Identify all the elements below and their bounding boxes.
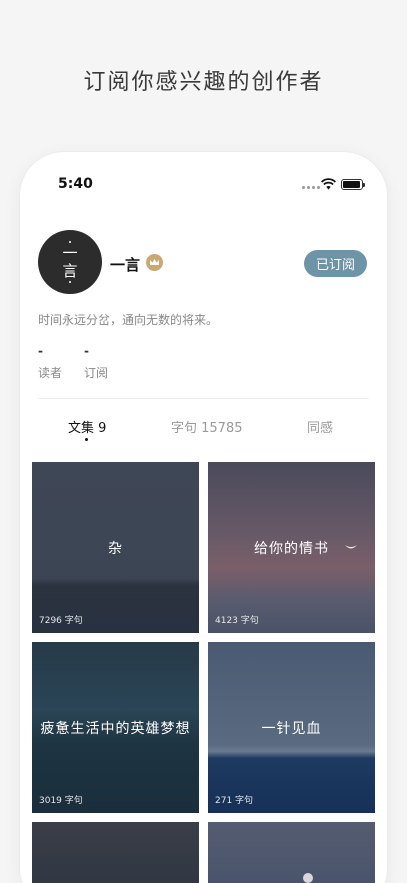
- tab-sentences[interactable]: 字句 15785: [171, 417, 243, 436]
- collection-title: 一针见血: [261, 720, 322, 737]
- avatar[interactable]: 一 言: [38, 230, 102, 294]
- collection-card[interactable]: 疲惫生活中的英雄梦想 3019 字句: [32, 642, 199, 813]
- promo-headline: 订阅你感兴趣的创作者: [83, 70, 324, 95]
- collection-card[interactable]: 给你的情书 4123 字句: [208, 462, 375, 633]
- stat-readers[interactable]: - 读者: [38, 344, 62, 381]
- collection-count: 7296 字句: [39, 616, 83, 626]
- collection-count: 3019 字句: [39, 796, 83, 806]
- stat-subscriptions[interactable]: - 订阅: [84, 344, 108, 381]
- avatar-char-2: 言: [62, 262, 78, 280]
- divider: [38, 398, 369, 399]
- collection-title: 杂: [108, 540, 123, 557]
- moon-icon: [303, 873, 313, 883]
- profile-name: 一言: [110, 256, 141, 274]
- collection-title: 给你的情书: [254, 540, 329, 557]
- battery-icon: [341, 179, 365, 190]
- collection-card[interactable]: 一针见血 271 字句: [208, 642, 375, 813]
- subscribed-button[interactable]: 已订阅: [304, 250, 367, 277]
- wifi-icon: [321, 178, 336, 190]
- avatar-char-1: 一: [62, 244, 78, 262]
- collection-count: 4123 字句: [215, 616, 259, 626]
- stat-subscriptions-value: -: [84, 344, 89, 358]
- collection-card[interactable]: [208, 822, 375, 883]
- tab-resonance[interactable]: 同感: [307, 417, 333, 436]
- collection-card[interactable]: 杂 7296 字句: [32, 462, 199, 633]
- status-bar: 5:40: [20, 152, 387, 202]
- active-tab-indicator: [85, 438, 88, 441]
- stat-readers-label: 读者: [38, 366, 63, 380]
- tab-collections[interactable]: 文集 9: [68, 417, 106, 436]
- stat-readers-value: -: [38, 344, 43, 358]
- crown-icon: [146, 254, 163, 271]
- collection-title: 疲惫生活中的英雄梦想: [40, 720, 191, 737]
- phone-frame: 5:40 一 言 一言 已订阅 时间永远分岔，通向无数的将来。 - 读者 - 订…: [20, 152, 387, 883]
- profile-bio: 时间永远分岔，通向无数的将来。: [38, 313, 219, 327]
- collection-card[interactable]: [32, 822, 199, 883]
- status-time: 5:40: [58, 176, 93, 192]
- stat-subscriptions-label: 订阅: [84, 366, 109, 380]
- signal-dots-icon: [302, 186, 320, 189]
- collection-count: 271 字句: [215, 796, 254, 806]
